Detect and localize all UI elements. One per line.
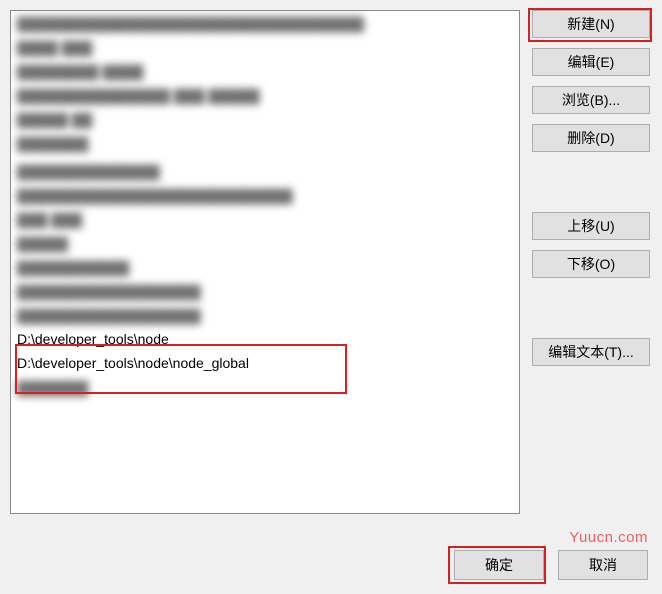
edit-text-button[interactable]: 编辑文本(T)... [532,338,650,366]
watermark: Yuucn.com [569,529,648,546]
new-button[interactable]: 新建(N) [532,10,650,38]
env-var-edit-dialog: ▓▓▓▓▓▓▓▓▓▓▓▓▓▓▓▓▓▓▓▓▓▓▓▓▓▓▓▓▓▓▓▓▓▓ ▓▓▓▓ … [0,0,662,594]
list-item[interactable]: ▓▓▓▓▓ [11,231,519,255]
list-item[interactable]: ▓▓▓▓▓▓▓▓▓▓▓ [11,255,519,279]
list-item[interactable]: ▓▓▓▓▓▓▓▓▓▓▓▓▓▓▓▓▓▓ [11,303,519,327]
list-item-node[interactable]: D:\developer_tools\node [11,327,519,351]
list-item[interactable]: ▓▓▓▓▓▓▓▓▓▓▓▓▓▓▓ ▓▓▓ ▓▓▓▓▓ [11,83,519,107]
list-item[interactable]: ▓▓▓▓▓▓▓▓▓▓▓▓▓▓▓▓▓▓▓▓▓▓▓▓▓▓▓▓▓▓▓▓▓▓ [11,11,519,35]
delete-button[interactable]: 删除(D) [532,124,650,152]
button-column: 新建(N) 编辑(E) 浏览(B)... 删除(D) 上移(U) 下移(O) 编… [532,10,650,514]
list-item[interactable]: ▓▓▓▓▓▓▓▓ ▓▓▓▓ [11,59,519,83]
list-item[interactable]: ▓▓▓▓▓▓▓ [11,375,519,399]
list-item[interactable]: ▓▓▓▓▓ ▓▓ [11,107,519,131]
move-up-button[interactable]: 上移(U) [532,212,650,240]
move-down-button[interactable]: 下移(O) [532,250,650,278]
list-item[interactable]: ▓▓▓▓▓▓▓▓▓▓▓▓▓▓▓▓▓▓▓▓▓▓▓▓▓▓▓ [11,183,519,207]
list-item[interactable]: ▓▓▓▓▓▓▓▓▓▓▓▓▓▓▓▓▓▓ [11,279,519,303]
ok-button[interactable]: 确定 [454,550,544,580]
list-item[interactable]: ▓▓▓▓ ▓▓▓ [11,35,519,59]
dialog-buttons: 确定 取消 [454,550,648,580]
list-item[interactable]: ▓▓▓ ▓▓▓ [11,207,519,231]
list-item-node-global[interactable]: D:\developer_tools\node\node_global [11,351,519,375]
list-item[interactable]: ▓▓▓▓▓▓▓ [11,131,519,155]
path-list[interactable]: ▓▓▓▓▓▓▓▓▓▓▓▓▓▓▓▓▓▓▓▓▓▓▓▓▓▓▓▓▓▓▓▓▓▓ ▓▓▓▓ … [10,10,520,514]
main-area: ▓▓▓▓▓▓▓▓▓▓▓▓▓▓▓▓▓▓▓▓▓▓▓▓▓▓▓▓▓▓▓▓▓▓ ▓▓▓▓ … [10,10,652,514]
edit-button[interactable]: 编辑(E) [532,48,650,76]
cancel-button[interactable]: 取消 [558,550,648,580]
list-item[interactable]: ▓▓▓▓▓▓▓▓▓▓▓▓▓▓ [11,159,519,183]
browse-button[interactable]: 浏览(B)... [532,86,650,114]
